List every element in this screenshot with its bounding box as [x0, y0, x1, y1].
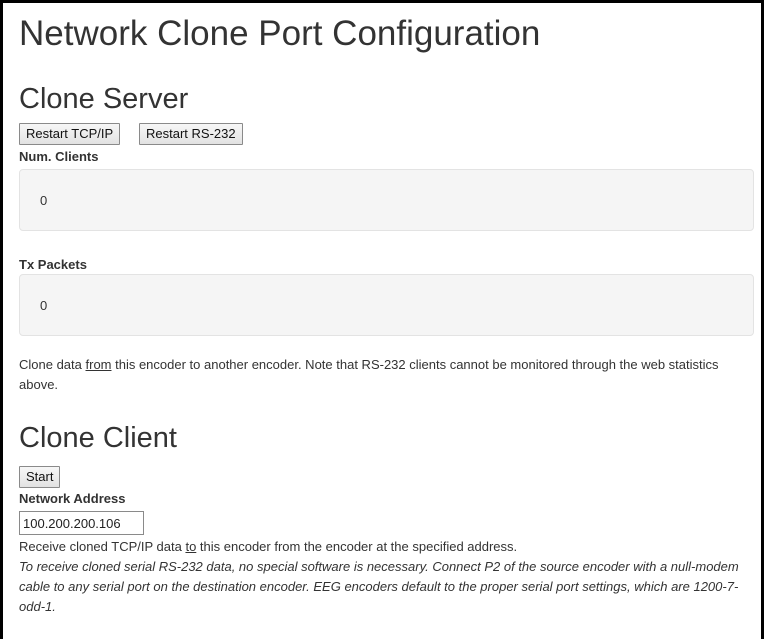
num-clients-value: 0: [40, 193, 48, 208]
clone-client-heading: Clone Client: [19, 422, 177, 454]
tx-packets-value: 0: [40, 298, 48, 313]
note-text-end: this encoder to another encoder. Note th…: [19, 357, 719, 392]
note-text-start: Clone data: [19, 357, 86, 372]
clone-server-note: Clone data from this encoder to another …: [19, 355, 759, 395]
tx-packets-well: 0: [19, 274, 754, 336]
restart-rs232-button[interactable]: Restart RS-232: [139, 123, 243, 145]
receive-text-end: this encoder from the encoder at the spe…: [196, 539, 518, 554]
receive-text-start: Receive cloned TCP/IP data: [19, 539, 186, 554]
num-clients-label: Num. Clients: [19, 149, 99, 164]
serial-note: To receive cloned serial RS-232 data, no…: [19, 559, 739, 614]
note-emphasis-from: from: [85, 357, 112, 372]
page-title: Network Clone Port Configuration: [19, 14, 541, 53]
tx-packets-label: Tx Packets: [19, 257, 87, 272]
restart-tcpip-button[interactable]: Restart TCP/IP: [19, 123, 121, 145]
start-button[interactable]: Start: [19, 466, 61, 488]
receive-note: Receive cloned TCP/IP data to this encod…: [19, 537, 759, 557]
clone-server-heading: Clone Server: [19, 83, 189, 115]
network-address-input[interactable]: [19, 511, 144, 535]
num-clients-well: 0: [19, 169, 754, 231]
receive-emphasis-to: to: [185, 539, 197, 554]
network-address-label: Network Address: [19, 491, 126, 506]
